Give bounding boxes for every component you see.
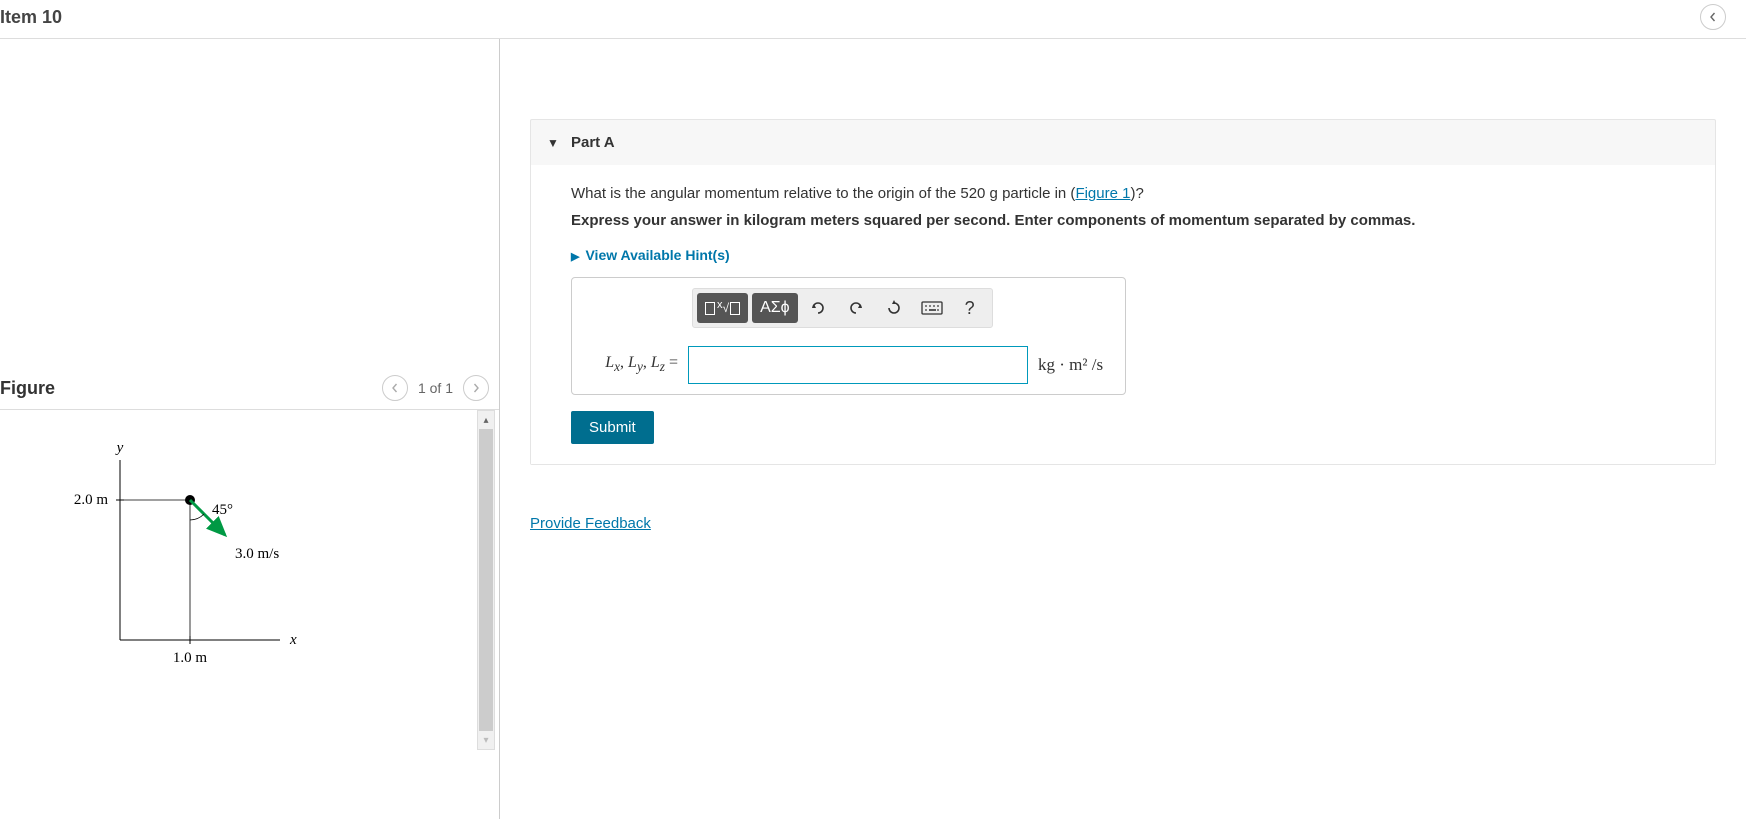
scroll-down-button[interactable]: ▾ [478, 731, 494, 749]
velocity-label: 3.0 m/s [235, 546, 279, 562]
angle-label: 45° [212, 502, 233, 518]
redo-button[interactable] [838, 293, 874, 323]
figure-image: y x 2.0 m 1.0 m [0, 410, 499, 713]
chevron-left-icon [391, 383, 399, 393]
figure-link[interactable]: Figure 1 [1075, 185, 1130, 202]
greek-symbols-button[interactable]: ΑΣϕ [752, 293, 798, 323]
keyboard-icon [921, 301, 943, 315]
figure-panel: Figure 1 of 1 [0, 39, 500, 819]
reset-icon [885, 300, 903, 316]
part-title: Part A [571, 134, 615, 151]
answer-box: x√ ΑΣϕ [571, 277, 1126, 395]
redo-icon [847, 300, 865, 316]
answer-variable-label: Lx, Ly, Lz = [582, 354, 678, 375]
undo-icon [809, 300, 827, 316]
chevron-right-icon [472, 383, 480, 393]
scroll-thumb[interactable] [479, 429, 493, 731]
chevron-left-icon [1708, 12, 1718, 22]
part-a-section: ▼ Part A What is the angular momentum re… [530, 119, 1716, 465]
figure-pager: 1 of 1 [382, 375, 489, 401]
prev-item-button[interactable] [1700, 4, 1726, 30]
reset-button[interactable] [876, 293, 912, 323]
scroll-up-button[interactable]: ▴ [478, 411, 494, 429]
figure-prev-button[interactable] [382, 375, 408, 401]
figure-next-button[interactable] [463, 375, 489, 401]
part-a-header[interactable]: ▼ Part A [531, 120, 1715, 165]
x-value-label: 1.0 m [173, 650, 208, 666]
help-button[interactable]: ? [952, 293, 988, 323]
question-text: What is the angular momentum relative to… [571, 185, 1715, 202]
answer-instruction: Express your answer in kilogram meters s… [571, 212, 1715, 229]
provide-feedback-link[interactable]: Provide Feedback [530, 515, 651, 532]
answer-units: kg · m² /s [1038, 355, 1103, 375]
figure-pager-text: 1 of 1 [418, 380, 453, 396]
caret-down-icon: ▼ [547, 136, 559, 150]
undo-button[interactable] [800, 293, 836, 323]
item-header: Item 10 [0, 0, 1746, 39]
equation-toolbar: x√ ΑΣϕ [692, 288, 993, 328]
figure-scrollbar[interactable]: ▴ ▾ [477, 410, 495, 750]
keyboard-button[interactable] [914, 293, 950, 323]
x-axis-label: x [289, 632, 297, 648]
y-axis-label: y [115, 440, 124, 456]
submit-button[interactable]: Submit [571, 411, 654, 444]
figure-panel-title: Figure [0, 378, 55, 399]
answer-input[interactable] [688, 346, 1028, 384]
y-value-label: 2.0 m [74, 492, 109, 508]
item-title: Item 10 [0, 7, 62, 28]
caret-right-icon: ▶ [571, 251, 579, 263]
view-hints-toggle[interactable]: ▶View Available Hint(s) [571, 247, 1715, 263]
templates-button[interactable]: x√ [697, 293, 748, 323]
